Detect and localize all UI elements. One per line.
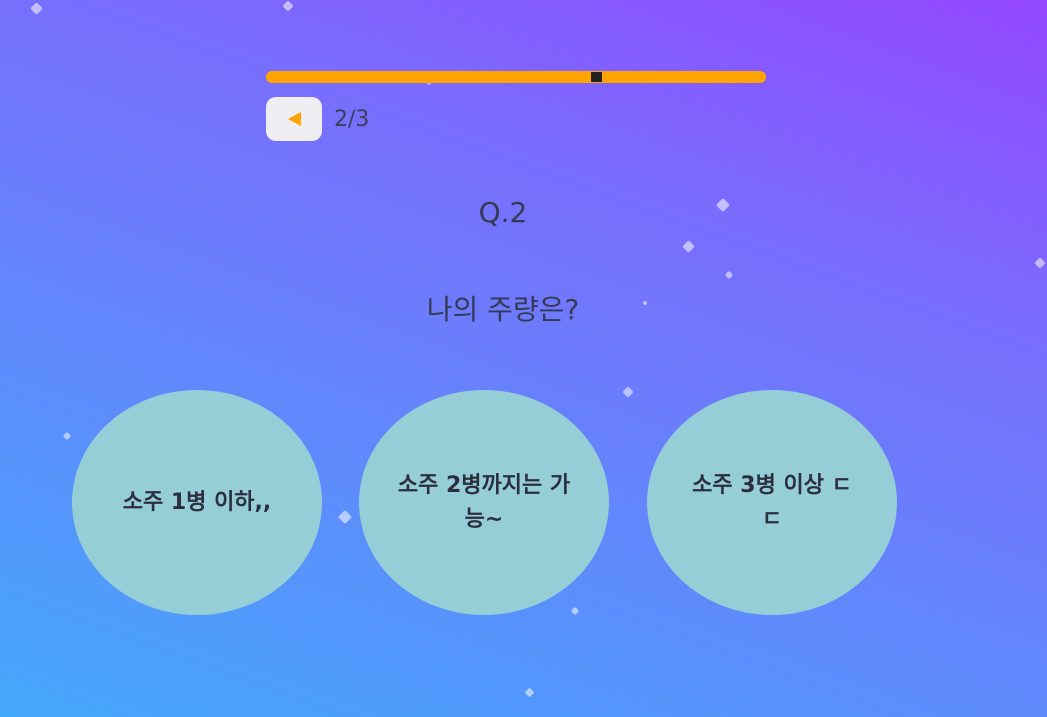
sparkle-decoration — [682, 240, 695, 253]
progress-thumb — [591, 72, 602, 82]
sparkle-decoration — [1034, 257, 1046, 269]
back-arrow-icon — [287, 112, 301, 126]
sparkle-decoration — [570, 606, 580, 616]
back-button[interactable] — [266, 97, 322, 141]
sparkle-decoration — [622, 386, 634, 398]
sparkle-decoration — [337, 509, 353, 525]
answer-option-label: 소주 1병 이하,, — [122, 489, 272, 515]
sparkle-decoration — [30, 2, 43, 15]
answer-option-1[interactable]: 소주 1병 이하,, — [72, 390, 322, 615]
answer-option-3[interactable]: 소주 3병 이상 ㄷㄷ — [647, 390, 897, 615]
progress-bar — [266, 71, 766, 83]
answer-option-label: 소주 2병까지는 가능~ — [397, 472, 571, 532]
answer-option-label: 소주 3병 이상 ㄷㄷ — [692, 472, 852, 532]
sparkle-decoration — [282, 0, 294, 12]
question-text: 나의 주량은? — [426, 293, 580, 326]
answer-option-2[interactable]: 소주 2병까지는 가능~ — [359, 390, 609, 615]
sparkle-decoration — [724, 270, 734, 280]
page-counter: 2/3 — [334, 107, 370, 132]
sparkle-decoration — [62, 431, 72, 441]
sparkle-decoration — [524, 687, 535, 698]
question-number: Q.2 — [478, 196, 528, 229]
